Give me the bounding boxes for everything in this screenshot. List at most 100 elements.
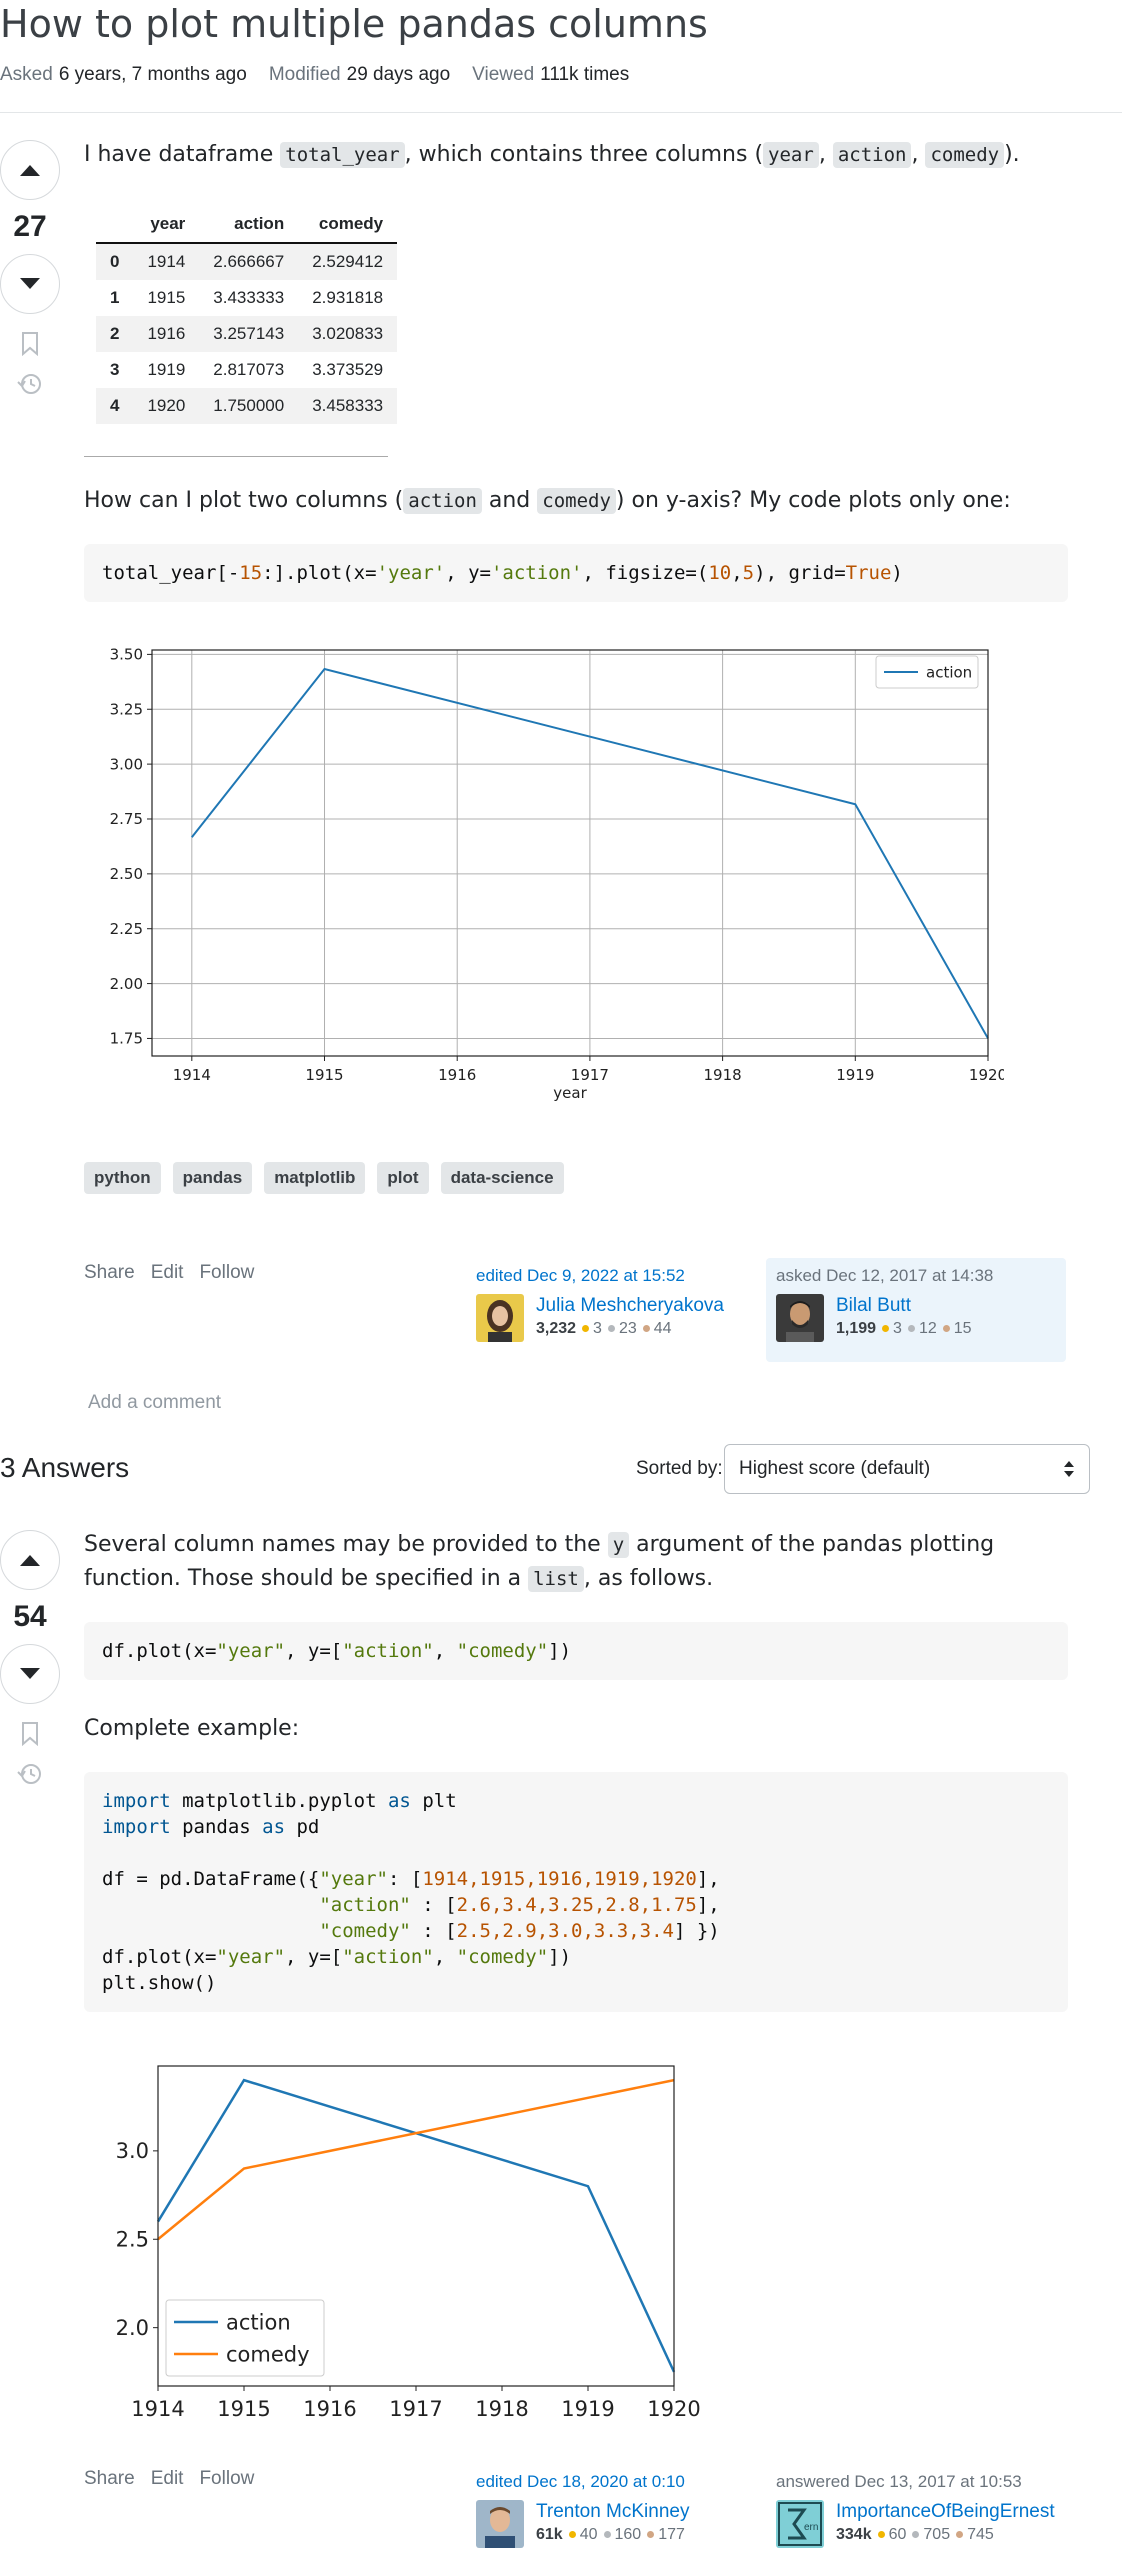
upvote-button[interactable] xyxy=(0,1530,60,1590)
answers-count-heading: 3 Answers xyxy=(0,1452,130,1483)
y-tick-label: 2.5 xyxy=(116,2228,149,2252)
answer-paragraph-1: Several column names may be provided to … xyxy=(84,1532,995,1593)
question-owner-signature: asked Dec 12, 2017 at 14:38 Bilal Butt 1… xyxy=(766,1258,1066,1362)
down-arrow-icon xyxy=(20,1668,40,1679)
avatar[interactable] xyxy=(476,1294,524,1342)
y-tick-label: 2.25 xyxy=(110,920,143,938)
line-chart-action: 1914 1915 1916 1917 1918 1919 1920 1.75 2.00 2.25… xyxy=(110,646,1008,1102)
avatar[interactable]: ern xyxy=(776,2500,824,2548)
y-tick-label: 1.75 xyxy=(110,1030,143,1048)
sort-select[interactable]: Highest score (default) xyxy=(724,1444,1090,1494)
user-name-link[interactable]: Bilal Butt xyxy=(836,1294,972,1318)
answer-owner-signature: answered Dec 13, 2017 at 10:53 ern Impor… xyxy=(776,2472,1066,2548)
question-score: 27 xyxy=(13,210,47,243)
answer-paragraph-2: Complete example: xyxy=(84,1716,300,1741)
question-paragraph-2: How can I plot two columns (action and c… xyxy=(84,488,1011,514)
x-axis-label: year xyxy=(553,1084,587,1102)
edited-timestamp[interactable]: edited Dec 9, 2022 at 15:52 xyxy=(476,1266,746,1286)
timeline-button[interactable] xyxy=(17,1762,43,1786)
column-header: year xyxy=(133,206,200,244)
upvote-button[interactable] xyxy=(0,140,60,200)
series-line-comedy xyxy=(157,2078,675,2241)
viewed-meta: Viewed 111k times xyxy=(472,64,630,85)
bookmark-icon xyxy=(22,1722,38,1746)
table-row: 4 1920 1.750000 3.458333 xyxy=(96,388,398,424)
tag-plot[interactable]: plot xyxy=(377,1162,429,1194)
answered-timestamp[interactable]: answered Dec 13, 2017 at 10:53 xyxy=(776,2472,1066,2492)
y-tick-label: 2.50 xyxy=(110,865,143,883)
answer-code-block-1: df.plot(x="year", y=["action", "comedy"]… xyxy=(84,1622,1068,1681)
edited-timestamp[interactable]: edited Dec 18, 2020 at 0:10 xyxy=(476,2472,746,2492)
answer-code-block-2: import matplotlib.pyplot as plt import p… xyxy=(84,1772,1068,2012)
tag-data-science[interactable]: data-science xyxy=(440,1162,564,1194)
sorted-by-label: Sorted by: xyxy=(636,1458,723,1479)
answer-post-menu: Share Edit Follow xyxy=(84,2468,254,2490)
tag-pandas[interactable]: pandas xyxy=(172,1162,253,1194)
x-tick-label: 1915 xyxy=(217,2397,270,2421)
bookmark-button[interactable] xyxy=(21,1722,39,1746)
table-row: 1 1915 3.433333 2.931818 xyxy=(110,288,384,307)
x-tick-label: 1916 xyxy=(438,1066,476,1084)
follow-link[interactable]: Follow xyxy=(199,1262,254,1284)
y-tick-label: 2.75 xyxy=(110,810,143,828)
down-arrow-icon xyxy=(20,278,40,289)
x-tick-label: 1917 xyxy=(389,2397,442,2421)
question-vote-cell: 27 xyxy=(0,140,60,396)
tag-python[interactable]: python xyxy=(84,1162,161,1194)
downvote-button[interactable] xyxy=(0,254,60,314)
svg-text:ern: ern xyxy=(804,2522,818,2533)
answer-score: 54 xyxy=(13,1600,47,1633)
question-tags: python pandas matplotlib plot data-scien… xyxy=(84,1162,564,1194)
column-header: action xyxy=(199,206,299,244)
legend-label-action: action xyxy=(226,2310,291,2334)
y-tick-label: 2.0 xyxy=(116,2316,149,2340)
asked-meta: Asked 6 years, 7 months ago xyxy=(0,64,247,85)
table-row: 3 1919 2.817073 3.373529 xyxy=(110,360,384,379)
avatar[interactable] xyxy=(776,1294,824,1342)
table-row: 0 1914 2.666667 2.529412 xyxy=(96,243,398,280)
x-tick-label: 1915 xyxy=(305,1066,343,1084)
share-link[interactable]: Share xyxy=(84,1262,135,1284)
x-tick-label: 1914 xyxy=(131,2397,184,2421)
x-tick-label: 1920 xyxy=(969,1066,1004,1084)
asked-timestamp[interactable]: asked Dec 12, 2017 at 14:38 xyxy=(776,1266,1056,1286)
dataframe-header-row: year action comedy xyxy=(96,206,398,244)
answer-editor-signature: edited Dec 18, 2020 at 0:10 Trenton McKi… xyxy=(476,2472,746,2548)
up-arrow-icon xyxy=(20,165,40,176)
timeline-button[interactable] xyxy=(17,372,43,396)
question-post-menu: Share Edit Follow xyxy=(84,1262,254,1284)
x-tick-label: 1918 xyxy=(704,1066,742,1084)
question-chart: 1914 1915 1916 1917 1918 1919 1920 1.75 2.00 2.25… xyxy=(84,628,1008,1118)
user-reputation: 3,232 3 23 44 xyxy=(536,1319,672,1337)
edit-link[interactable]: Edit xyxy=(151,1262,184,1284)
add-comment-link[interactable]: Add a comment xyxy=(88,1392,221,1414)
x-tick-label: 1917 xyxy=(571,1066,609,1084)
x-tick-label: 1920 xyxy=(647,2397,700,2421)
plot-frame xyxy=(151,649,989,1057)
y-tick-label: 2.00 xyxy=(110,975,143,993)
legend-label-action: action xyxy=(926,663,972,681)
y-tick-label: 3.25 xyxy=(110,701,143,719)
user-reputation: 61k 40 160 177 xyxy=(536,2525,685,2543)
follow-link[interactable]: Follow xyxy=(199,2468,254,2490)
tag-matplotlib[interactable]: matplotlib xyxy=(264,1162,366,1194)
user-name-link[interactable]: Julia Meshcheryakova xyxy=(536,1294,724,1318)
line-chart-action-comedy: 1914 1915 1916 1917 1918 1919 1920 2.0 2.5 3.0 act… xyxy=(116,2065,701,2421)
answer-vote-cell: 54 xyxy=(0,1530,60,1786)
legend-label-comedy: comedy xyxy=(226,2342,310,2366)
edit-link[interactable]: Edit xyxy=(151,2468,184,2490)
user-name-link[interactable]: ImportanceOfBeingErnest xyxy=(836,2500,1056,2524)
x-tick-label: 1919 xyxy=(836,1066,874,1084)
x-tick-label: 1918 xyxy=(475,2397,528,2421)
question-title[interactable]: How to plot multiple pandas columns xyxy=(0,2,708,46)
table-row: 2 1916 3.257143 3.020833 xyxy=(96,316,398,352)
history-icon xyxy=(17,1764,41,1784)
avatar[interactable] xyxy=(476,2500,524,2548)
share-link[interactable]: Share xyxy=(84,2468,135,2490)
bookmark-button[interactable] xyxy=(21,332,39,356)
dataframe-rule xyxy=(84,456,388,457)
user-reputation: 334k 60 705 745 xyxy=(836,2525,994,2543)
downvote-button[interactable] xyxy=(0,1644,60,1704)
user-name-link[interactable]: Trenton McKinney xyxy=(536,2500,689,2524)
x-tick-label: 1919 xyxy=(561,2397,614,2421)
